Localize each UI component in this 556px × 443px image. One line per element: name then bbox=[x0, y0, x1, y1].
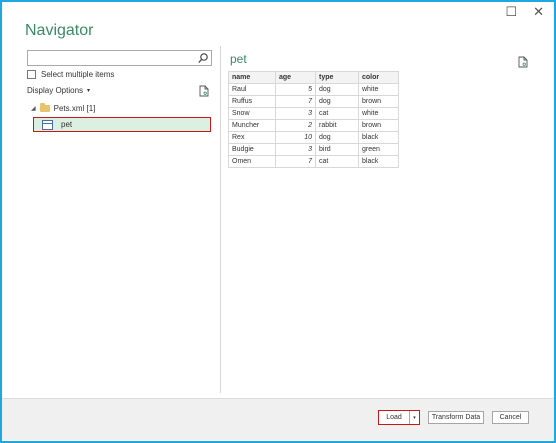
table-cell: white bbox=[358, 83, 399, 96]
search-box[interactable] bbox=[27, 50, 212, 69]
table-row: Snow 3 cat white bbox=[228, 107, 399, 120]
table-cell: Snow bbox=[228, 107, 276, 120]
column-header[interactable]: type bbox=[315, 71, 359, 84]
tree-item-pet[interactable]: pet bbox=[33, 117, 211, 132]
table-cell: Rex bbox=[228, 131, 276, 144]
table-row: Budgie 3 bird green bbox=[228, 143, 399, 156]
table-cell: rabbit bbox=[315, 119, 359, 132]
preview-title: pet bbox=[230, 52, 247, 66]
file-preview-icon[interactable] bbox=[518, 55, 528, 73]
select-multiple-checkbox[interactable] bbox=[27, 70, 36, 79]
table-cell: bird bbox=[315, 143, 359, 156]
expand-triangle-icon[interactable]: ◢ bbox=[31, 105, 36, 112]
table-cell: black bbox=[358, 155, 399, 168]
table-row: Rex 10 dog black bbox=[228, 131, 399, 144]
table-cell: 2 bbox=[275, 119, 316, 132]
table-cell: 3 bbox=[275, 143, 316, 156]
file-preview-icon[interactable] bbox=[199, 84, 209, 102]
table-cell: Omen bbox=[228, 155, 276, 168]
table-row: Muncher 2 rabbit brown bbox=[228, 119, 399, 132]
chevron-down-icon: ▾ bbox=[87, 88, 91, 94]
tree-node-pets-xml[interactable]: ◢ Pets.xml [1] bbox=[31, 103, 96, 113]
table-row: Raul 5 dog white bbox=[228, 83, 399, 96]
table-cell: brown bbox=[358, 95, 399, 108]
load-button[interactable]: Load bbox=[379, 411, 410, 424]
display-options-label: Display Options bbox=[27, 86, 84, 95]
table-cell: 7 bbox=[275, 95, 316, 108]
table-cell: cat bbox=[315, 107, 359, 120]
cancel-button[interactable]: Cancel bbox=[492, 411, 529, 424]
table-cell: Muncher bbox=[228, 119, 276, 132]
transform-data-button[interactable]: Transform Data bbox=[428, 411, 484, 424]
search-icon[interactable] bbox=[197, 51, 209, 65]
column-header[interactable]: color bbox=[358, 71, 399, 84]
table-row: Omen 7 cat black bbox=[228, 155, 399, 168]
search-input[interactable] bbox=[28, 54, 194, 69]
select-multiple-label: Select multiple items bbox=[41, 70, 115, 79]
table-cell: Budgie bbox=[228, 143, 276, 156]
folder-icon bbox=[39, 103, 50, 112]
table-cell: 10 bbox=[275, 131, 316, 144]
dialog-title: Navigator bbox=[25, 22, 94, 39]
table-header-row: name age type color bbox=[228, 71, 399, 84]
table-cell: dog bbox=[315, 95, 359, 108]
table-cell: brown bbox=[358, 119, 399, 132]
table-cell: dog bbox=[315, 83, 359, 96]
table-row: Ruffus 7 dog brown bbox=[228, 95, 399, 108]
table-cell: cat bbox=[315, 155, 359, 168]
load-dropdown-arrow[interactable]: ▾ bbox=[410, 411, 419, 424]
table-cell: dog bbox=[315, 131, 359, 144]
table-cell: black bbox=[358, 131, 399, 144]
tree-node-label: Pets.xml [1] bbox=[53, 104, 96, 113]
preview-table: name age type color Raul 5 dog white Ruf… bbox=[228, 71, 399, 168]
table-cell: Ruffus bbox=[228, 95, 276, 108]
column-header[interactable]: name bbox=[228, 71, 276, 84]
column-header[interactable]: age bbox=[275, 71, 316, 84]
table-cell: 5 bbox=[275, 83, 316, 96]
table-cell: 7 bbox=[275, 155, 316, 168]
window-controls: ☐ ✕ bbox=[505, 5, 544, 19]
table-cell: Raul bbox=[228, 83, 276, 96]
table-cell: green bbox=[358, 143, 399, 156]
table-icon bbox=[42, 119, 53, 130]
load-split-button: Load ▾ bbox=[378, 410, 420, 425]
tree-item-label: pet bbox=[61, 120, 73, 129]
restore-button[interactable]: ☐ bbox=[505, 5, 517, 19]
table-cell: 3 bbox=[275, 107, 316, 120]
pane-divider[interactable] bbox=[220, 46, 221, 393]
table-cell: white bbox=[358, 107, 399, 120]
display-options-dropdown[interactable]: Display Options ▾ bbox=[27, 86, 90, 95]
select-multiple-row[interactable]: Select multiple items bbox=[27, 70, 114, 79]
close-button[interactable]: ✕ bbox=[533, 5, 544, 19]
